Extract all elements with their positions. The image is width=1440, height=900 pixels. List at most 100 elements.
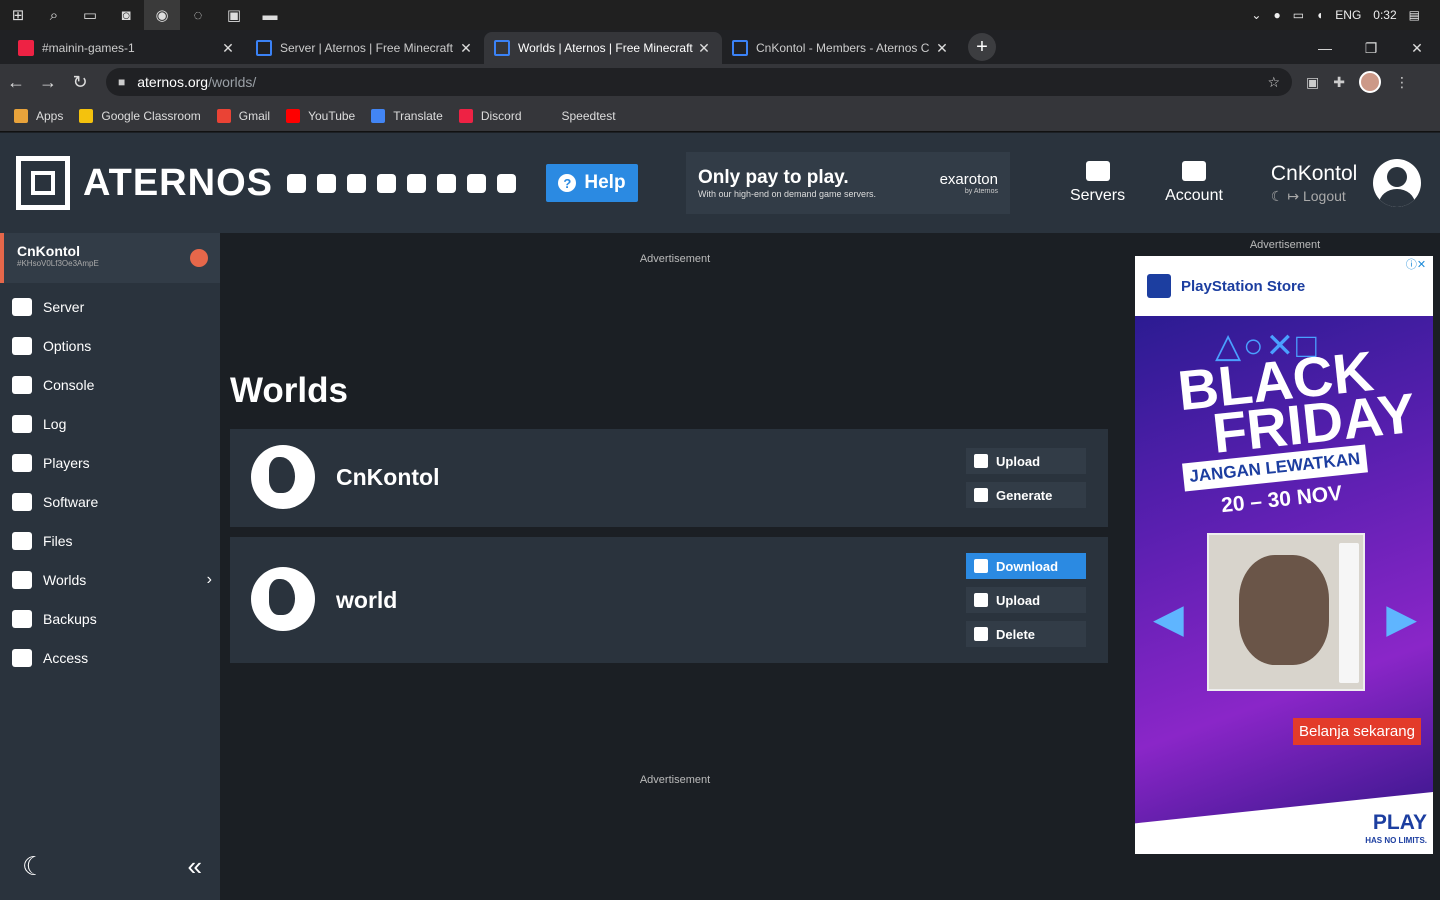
bookmark-youtube[interactable]: YouTube xyxy=(286,108,355,123)
twitter-icon[interactable] xyxy=(286,173,306,193)
upload-icon xyxy=(974,593,988,607)
bookmark-speedtest[interactable]: Speedtest xyxy=(562,109,616,123)
file-explorer-icon[interactable]: ▬ xyxy=(252,0,288,30)
bookmark-discord[interactable]: Discord xyxy=(458,108,522,123)
nav-account[interactable]: Account xyxy=(1165,161,1223,205)
task-view-icon[interactable]: ▭ xyxy=(72,0,108,30)
new-tab-button[interactable]: + xyxy=(968,33,996,61)
aternos-logo-icon[interactable] xyxy=(16,156,70,210)
chrome-app-icon[interactable]: ◉ xyxy=(144,0,180,30)
delete-button[interactable]: Delete xyxy=(966,621,1086,647)
upload-button[interactable]: Upload xyxy=(966,448,1086,474)
tab-1[interactable]: Server | Aternos | Free Minecraft ✕ xyxy=(246,32,484,64)
support-headset-icon[interactable] xyxy=(466,173,486,193)
facebook-icon[interactable] xyxy=(316,173,336,193)
close-tab-icon[interactable]: ✕ xyxy=(458,40,474,57)
collapse-sidebar-icon[interactable]: « xyxy=(188,851,202,882)
os-taskbar: ⊞ ⌕ ▭ ◙ ◉ ◌ ▣ ▬ ⌄ ● ▭ ◖ ENG 0:32 ▤ xyxy=(0,0,1440,30)
user-avatar[interactable] xyxy=(1373,159,1422,207)
bookmark-label: Apps xyxy=(36,108,64,123)
close-window-icon[interactable]: ✕ xyxy=(1394,40,1440,57)
shop-now-button[interactable]: Belanja sekarang xyxy=(1293,718,1421,745)
bookmark-gmail[interactable]: Gmail xyxy=(216,108,271,123)
reload-icon[interactable]: ↻ xyxy=(64,72,96,93)
network-icon[interactable]: ▭ xyxy=(1293,8,1304,22)
close-tab-icon[interactable]: ✕ xyxy=(934,40,950,57)
back-icon[interactable]: ← xyxy=(0,72,32,93)
sidebar-item-worlds[interactable]: Worlds › xyxy=(0,560,220,599)
server-info[interactable]: CnKontol #KHsoV0Lf3Oe3AmpE xyxy=(0,233,220,283)
sidebar-item-label: Log xyxy=(43,415,67,432)
sidebar-item-players[interactable]: Players xyxy=(0,443,220,482)
exaroton-promo[interactable]: Only pay to play. With our high-end on d… xyxy=(685,152,1010,214)
ad-close-icon[interactable]: ⓘ✕ xyxy=(1399,256,1433,272)
language-indicator[interactable]: ENG xyxy=(1335,8,1361,22)
moon-icon[interactable]: ☾ xyxy=(22,851,45,882)
bookmark-apps[interactable]: Apps xyxy=(14,108,64,123)
tab-2[interactable]: Worlds | Aternos | Free Minecraft ✕ xyxy=(484,32,722,64)
profile-avatar[interactable] xyxy=(1358,71,1381,93)
instagram-icon[interactable] xyxy=(376,173,396,193)
bookmark-translate[interactable]: Translate xyxy=(371,108,443,123)
sidebar-item-backups[interactable]: Backups xyxy=(0,599,220,638)
restore-icon[interactable]: ❐ xyxy=(1348,40,1394,57)
sidebar-item-server[interactable]: Server xyxy=(0,287,220,326)
playstation-ad-banner[interactable]: PlayStation Store ⓘ✕ △○✕□ BLACK FRIDAY J… xyxy=(1135,256,1433,854)
reddit-icon[interactable] xyxy=(406,173,426,193)
address-bar[interactable]: ■ aternos.org/worlds/ ☆ xyxy=(106,68,1292,96)
microphone-icon[interactable]: ● xyxy=(1273,8,1280,22)
sidebar-item-access[interactable]: Access xyxy=(0,638,220,677)
moon-icon[interactable]: ☾ xyxy=(1271,188,1284,204)
close-tab-icon[interactable]: ✕ xyxy=(220,40,236,57)
tab-3[interactable]: CnKontol - Members - Aternos C ✕ xyxy=(722,32,960,64)
tab-0[interactable]: #mainin-games-1 ✕ xyxy=(8,32,246,64)
download-button[interactable]: Download xyxy=(966,553,1086,579)
close-tab-icon[interactable]: ✕ xyxy=(696,40,712,57)
generate-button[interactable]: Generate xyxy=(966,482,1086,508)
sidebar-item-software[interactable]: Software xyxy=(0,482,220,521)
forward-icon[interactable]: → xyxy=(32,72,64,93)
lock-icon[interactable]: ■ xyxy=(118,75,125,89)
store-name: PlayStation Store xyxy=(1181,277,1306,295)
search-icon[interactable]: ⌕ xyxy=(36,0,72,30)
puzzle-icon[interactable]: ✚ xyxy=(1333,74,1345,91)
logo-text[interactable]: ATERNOS xyxy=(83,162,273,205)
carousel-prev-icon[interactable]: ◀ xyxy=(1153,596,1184,642)
bookmark-google-classroom[interactable]: Google Classroom xyxy=(79,108,201,123)
bookmark-star-icon[interactable]: ☆ xyxy=(1267,74,1280,91)
minecraft-app-icon[interactable]: ▣ xyxy=(216,0,252,30)
help-button[interactable]: ? Help xyxy=(545,164,638,202)
youtube-icon[interactable] xyxy=(346,173,366,193)
button-label: Upload xyxy=(996,592,1041,608)
sidebar-item-files[interactable]: Files xyxy=(0,521,220,560)
menu-dots-icon[interactable]: ⋮ xyxy=(1395,74,1409,91)
discord-icon[interactable] xyxy=(436,173,456,193)
username[interactable]: CnKontol xyxy=(1271,162,1357,186)
bookmark-label: Gmail xyxy=(238,108,271,123)
sidebar-item-log[interactable]: Log xyxy=(0,404,220,443)
steam-app-icon[interactable]: ◌ xyxy=(180,0,216,30)
aternos-favicon-icon xyxy=(732,40,748,56)
extension-icon[interactable]: ▣ xyxy=(1306,74,1319,91)
sidebar-item-options[interactable]: Options xyxy=(0,326,220,365)
browser-tabbar: #mainin-games-1 ✕ Server | Aternos | Fre… xyxy=(0,30,1440,64)
nav-label: Account xyxy=(1165,187,1223,204)
sidebar-menu: Server Options Console Log Players Softw… xyxy=(0,287,220,677)
discord-app-icon[interactable]: ◙ xyxy=(108,0,144,30)
windows-start-icon[interactable]: ⊞ xyxy=(0,0,36,30)
promo-title: Only pay to play. xyxy=(697,167,849,188)
notifications-icon[interactable]: ▤ xyxy=(1409,8,1420,22)
nav-servers[interactable]: Servers xyxy=(1070,161,1125,205)
volume-icon[interactable]: ◖ xyxy=(1316,8,1323,22)
github-icon[interactable] xyxy=(496,173,516,193)
header-nav: Servers Account xyxy=(1070,161,1223,205)
sidebar-item-label: Console xyxy=(43,376,95,393)
upload-button[interactable]: Upload xyxy=(966,587,1086,613)
clock[interactable]: 0:32 xyxy=(1373,8,1396,22)
carousel-next-icon[interactable]: ▶ xyxy=(1386,596,1417,642)
chevron-up-icon[interactable]: ⌄ xyxy=(1251,8,1261,22)
sidebar-item-console[interactable]: Console xyxy=(0,365,220,404)
minimize-icon[interactable]: — xyxy=(1302,40,1348,56)
logout-link[interactable]: ☾ ↦ Logout xyxy=(1271,188,1357,205)
bookmark-label: Google Classroom xyxy=(101,108,201,123)
